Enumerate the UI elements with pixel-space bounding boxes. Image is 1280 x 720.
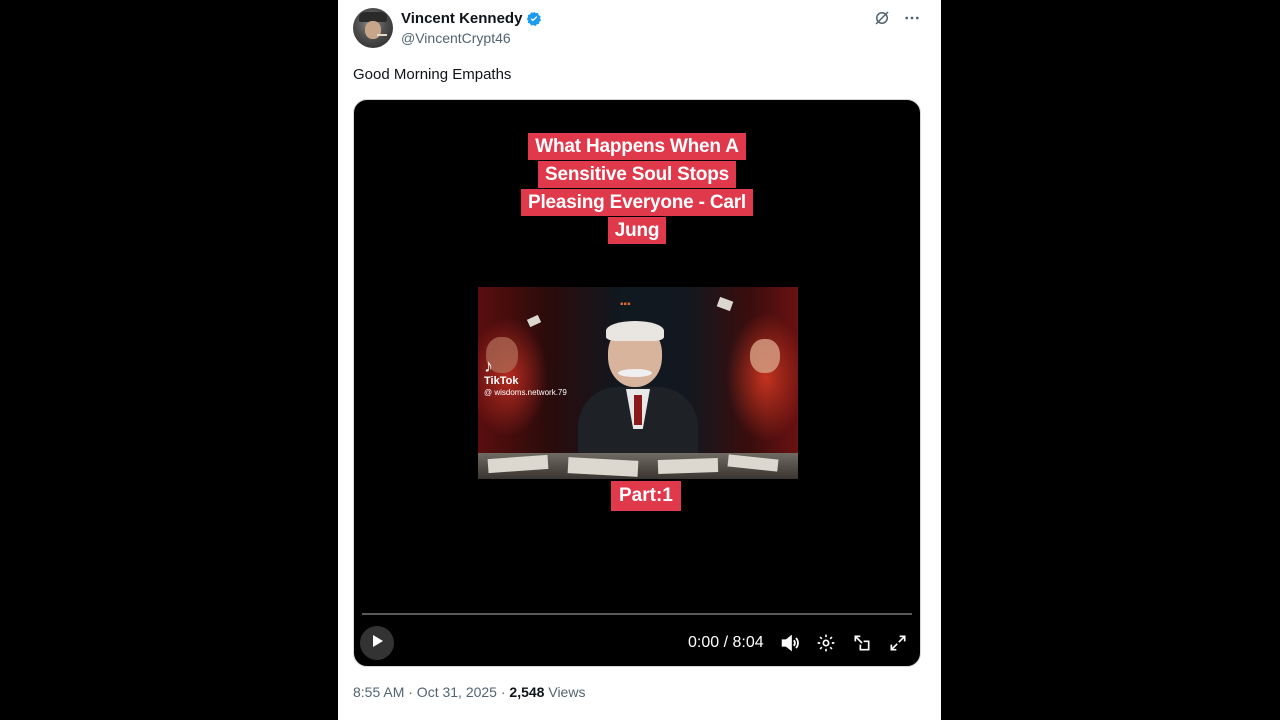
play-button[interactable]: [360, 626, 394, 660]
views-count: 2,548: [509, 684, 545, 700]
volume-icon[interactable]: [779, 632, 801, 654]
tweet-text: Good Morning Empaths: [353, 66, 512, 83]
tiktok-watermark: ♪ TikTok @ wisdoms.network.79: [484, 357, 567, 397]
fullscreen-icon[interactable]: [887, 632, 909, 654]
video-controls: 0:00 / 8:04: [354, 626, 920, 662]
part-label: Part:1: [611, 481, 681, 511]
play-icon: [369, 633, 385, 654]
avatar[interactable]: [353, 8, 393, 48]
video-time: 0:00 / 8:04: [688, 634, 764, 651]
caption-line: Jung: [607, 217, 667, 244]
author-handle[interactable]: @VincentCrypt46: [401, 30, 511, 46]
progress-bar[interactable]: [362, 613, 912, 615]
verified-badge-icon: [526, 11, 542, 27]
video-player[interactable]: What Happens When A Sensitive Soul Stops…: [353, 99, 921, 667]
caption-line: Sensitive Soul Stops: [538, 161, 736, 188]
views-label: Views: [544, 684, 586, 700]
tiktok-brand: TikTok: [484, 375, 519, 387]
caption-line: What Happens When A: [528, 133, 746, 160]
grok-icon[interactable]: [873, 9, 891, 27]
tiktok-icon: ♪: [484, 356, 493, 376]
author-row: Vincent Kennedy: [401, 10, 542, 27]
video-frame-image: ▪▪▪ ♪ TikTok @ wisdoms.network.79: [478, 287, 798, 479]
caption-line: Pleasing Everyone - Carl: [520, 189, 753, 216]
tiktok-handle: @ wisdoms.network.79: [484, 388, 567, 397]
tweet-meta: 8:55 AM · Oct 31, 2025 · 2,548 Views: [353, 684, 585, 700]
author-name[interactable]: Vincent Kennedy: [401, 10, 522, 27]
more-icon[interactable]: [903, 9, 921, 27]
frame-sign-mark: ▪▪▪: [620, 299, 631, 310]
tweet-card: Vincent Kennedy @VincentCrypt46 Good Mor…: [338, 0, 941, 720]
pop-out-icon[interactable]: [851, 632, 873, 654]
tweet-timestamp[interactable]: 8:55 AM · Oct 31, 2025 ·: [353, 684, 509, 700]
settings-icon[interactable]: [815, 632, 837, 654]
video-caption: What Happens When A Sensitive Soul Stops…: [354, 132, 920, 244]
